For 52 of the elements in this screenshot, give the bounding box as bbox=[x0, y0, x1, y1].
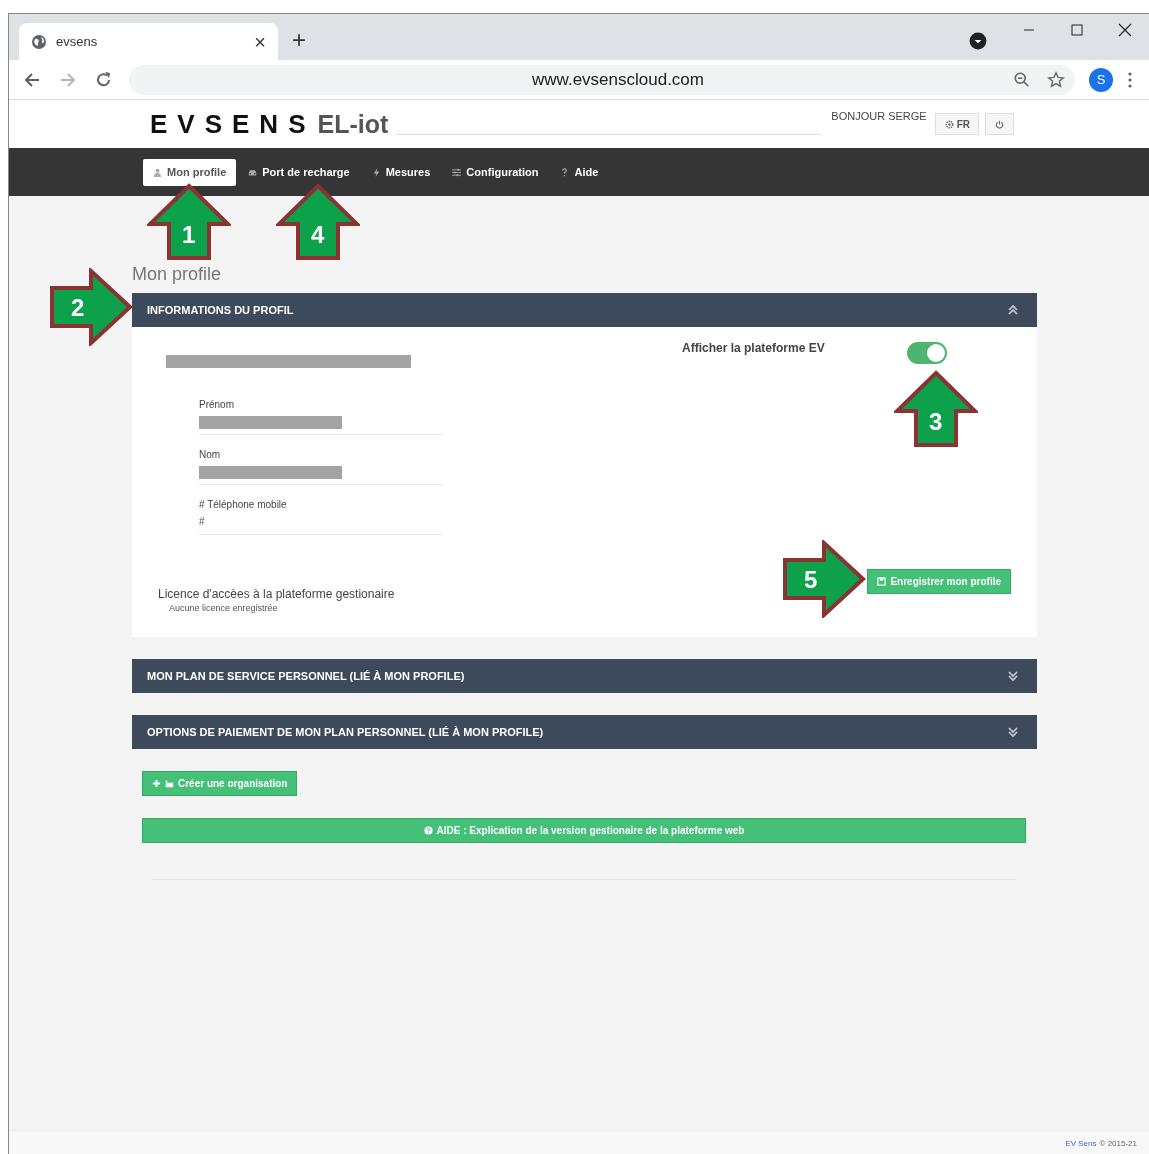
question-icon bbox=[560, 167, 570, 177]
licence-status: Aucune licence enregistrée bbox=[169, 603, 279, 613]
panel-header[interactable]: OPTIONS DE PAIEMENT DE MON PLAN PERSONNEL (LIÉ À MON PROFILE) bbox=[132, 715, 1037, 749]
input-field[interactable]: Nom bbox=[199, 449, 443, 485]
panel-header[interactable]: INFORMATIONS DU PROFIL bbox=[132, 293, 1037, 327]
language-button[interactable]: FR bbox=[934, 113, 980, 135]
callout-number: 5 bbox=[804, 568, 818, 592]
input-field[interactable]: # Téléphone mobile # bbox=[199, 499, 443, 535]
callout-number: 2 bbox=[71, 296, 85, 320]
page-title: Mon profile bbox=[132, 264, 223, 285]
url-text: www.evsenscloud.com bbox=[531, 69, 705, 90]
toggle-label: Afficher la plateforme EV bbox=[682, 341, 826, 355]
tab-title: evsens bbox=[56, 34, 99, 49]
gear-icon bbox=[943, 118, 955, 130]
tab-search-icon[interactable] bbox=[969, 32, 987, 50]
factory-icon bbox=[165, 779, 174, 788]
input-field[interactable]: Prénom bbox=[199, 399, 443, 435]
nav-tab[interactable]: Mon profile bbox=[143, 158, 237, 186]
licence-title: Licence d'accèes à la plateforme gestionaire bbox=[158, 587, 396, 601]
new-tab-button[interactable]: + bbox=[292, 28, 306, 52]
nav-tab[interactable]: Mesures bbox=[361, 158, 441, 186]
plus-icon bbox=[152, 779, 161, 788]
footer-link[interactable]: EV Sens bbox=[1065, 1138, 1097, 1148]
logout-button[interactable] bbox=[985, 113, 1015, 135]
nav-tab[interactable]: Port de recharge bbox=[238, 158, 360, 186]
sliders-icon bbox=[452, 167, 462, 177]
browser-tab[interactable]: evsens × bbox=[19, 23, 278, 60]
power-icon bbox=[994, 118, 1006, 130]
collapse-icon[interactable] bbox=[1007, 304, 1019, 316]
product-name: EL-iot bbox=[317, 109, 389, 139]
car-icon bbox=[248, 167, 258, 177]
greeting-text: BONJOUR SERGE bbox=[831, 110, 927, 122]
nav-tab[interactable]: Aide bbox=[550, 158, 609, 186]
nav-tab[interactable]: Configuration bbox=[442, 158, 549, 186]
star-icon[interactable] bbox=[1047, 70, 1065, 89]
callout-number: 4 bbox=[311, 223, 325, 247]
panel-header[interactable]: MON PLAN DE SERVICE PERSONNEL (LIÉ À MON PROFILE) bbox=[132, 659, 1037, 693]
toggle-switch[interactable] bbox=[907, 342, 947, 364]
user-icon bbox=[153, 167, 162, 177]
bolt-icon bbox=[371, 167, 381, 177]
address-bar[interactable]: www.evsenscloud.com bbox=[129, 64, 1075, 95]
tab-close-button[interactable]: × bbox=[254, 31, 266, 52]
callout-number: 1 bbox=[182, 223, 196, 247]
globe-icon bbox=[31, 33, 47, 50]
expand-icon[interactable] bbox=[1007, 670, 1019, 682]
callout-number: 3 bbox=[929, 410, 943, 434]
help-icon bbox=[423, 826, 433, 835]
zoom-out-icon[interactable] bbox=[1013, 70, 1031, 89]
profile-avatar[interactable]: S bbox=[1089, 67, 1113, 92]
copyright-text: © 2015-21 bbox=[1099, 1138, 1137, 1148]
logo: EVSENS bbox=[150, 108, 316, 140]
expand-icon[interactable] bbox=[1007, 726, 1019, 738]
